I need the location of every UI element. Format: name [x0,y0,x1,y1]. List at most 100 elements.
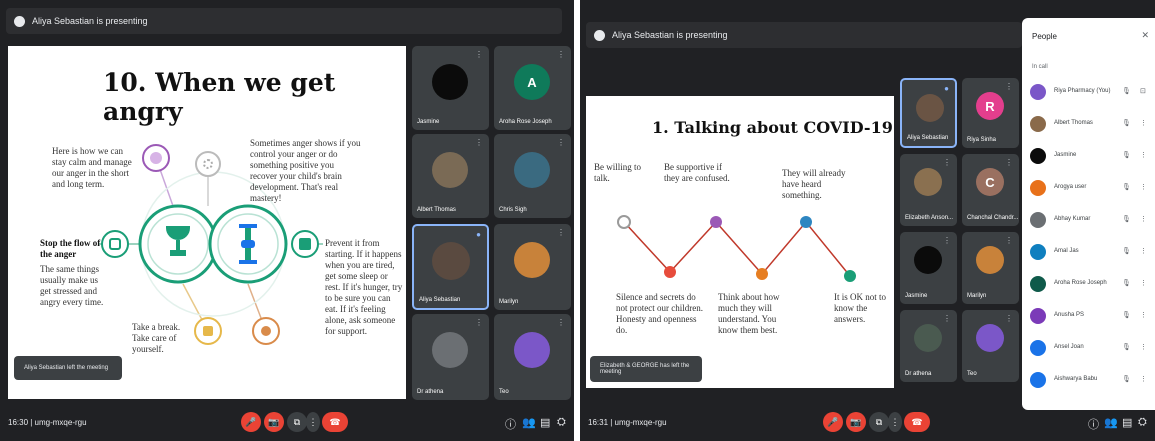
more-options-icon[interactable]: ⋮ [557,229,565,237]
chat-icon[interactable]: ▤ [1122,416,1132,429]
more-options-icon[interactable]: ⋮ [943,237,951,245]
participant-tile[interactable]: ⋮ Chris Sigh [494,134,571,218]
more-options-icon[interactable]: ⋮ [1140,215,1147,223]
more-options-icon[interactable]: ⋮ [1140,279,1147,287]
people-list-item[interactable]: Anusha PS 🎙 ⋮ [1022,302,1155,332]
more-options-icon[interactable]: ⋮ [1140,343,1147,351]
in-call-section-label: In call [1032,64,1048,70]
more-options-icon[interactable]: ⋮ [557,51,565,59]
people-icon[interactable]: 👥 [1104,416,1118,429]
people-list-item[interactable]: Jasmine 🎙 ⋮ [1022,142,1155,172]
shared-slide: 1. Talking about COVID-19 Be willing to … [586,96,894,388]
speaking-indicator-icon: ● [944,84,949,93]
more-options-icon[interactable]: ⋮ [1005,237,1013,245]
participant-tile[interactable]: ⋮ A Aroha Rose Joseph [494,46,571,130]
participant-tile[interactable]: ⋮ Teo [962,310,1019,382]
more-options-icon[interactable]: ⋮ [557,139,565,147]
more-options-icon[interactable]: ⋮ [1140,183,1147,191]
mic-off-button[interactable]: 🎤 [823,412,843,432]
more-options-icon[interactable]: ⋮ [475,51,483,59]
participant-tile-active[interactable]: ● Aliya Sebastian [900,78,957,148]
more-options-icon[interactable]: ⋮ [1140,375,1147,383]
participant-name: Arogya user [1054,184,1087,190]
participant-tile[interactable]: ⋮ Jasmine [412,46,489,130]
avatar: A [514,64,550,100]
participant-tile[interactable]: ⋮ Jasmine [900,232,957,304]
present-button[interactable]: ⧉ [287,412,307,432]
meeting-clock: 16:31 | umg-mxqe-rgu [588,417,667,427]
people-list-item[interactable]: Ansel Joan 🎙 ⋮ [1022,334,1155,364]
participant-name: Abhay Kumar [1054,216,1091,222]
presenter-icon [14,15,25,27]
more-options-icon[interactable]: ⋮ [1140,119,1147,127]
more-button[interactable]: ⋮ [306,412,320,432]
participant-tile[interactable]: ⋮ Dr athena [412,314,489,400]
more-options-icon[interactable]: ⋮ [1140,247,1147,255]
participant-name: Teo [499,389,509,395]
participant-tile[interactable]: ⋮ Elizabeth Anson... [900,154,957,226]
mic-off-icon: 🎙 [1122,88,1131,95]
people-list-item[interactable]: Aishwarya Babu 🎙 ⋮ [1022,366,1155,396]
participant-name: Aroha Rose Joseph [1054,280,1107,286]
more-button[interactable]: ⋮ [888,412,902,432]
participant-name: Teo [967,371,977,377]
chat-icon [299,238,311,250]
participant-name: Jasmine [905,293,928,299]
camera-off-button[interactable]: 📷 [264,412,284,432]
hang-up-button[interactable]: ☎ [904,412,930,432]
more-options-icon[interactable]: ⋮ [557,319,565,327]
people-list-item[interactable]: Albert Thomas 🎙 ⋮ [1022,110,1155,140]
avatar [914,246,942,274]
avatar [1030,340,1046,356]
people-list-item[interactable]: Abhay Kumar 🎙 ⋮ [1022,206,1155,236]
avatar [432,152,468,188]
participant-name: Jasmine [417,119,440,125]
activities-icon[interactable]: ⛭ [557,416,566,429]
people-list-item[interactable]: Amal Jas 🎙 ⋮ [1022,238,1155,268]
close-icon[interactable]: ✕ [1141,30,1149,41]
participant-name: Marilyn [499,299,519,305]
participant-tile[interactable]: ⋮ C Chanchal Chandr... [962,154,1019,226]
more-options-icon[interactable]: ⋮ [1140,151,1147,159]
participant-tile[interactable]: ⋮ Teo [494,314,571,400]
people-list-item[interactable]: Aroha Rose Joseph 🎙 ⋮ [1022,270,1155,300]
participant-name: Ansel Joan [1054,344,1084,350]
hang-up-button[interactable]: ☎ [322,412,348,432]
more-options-icon[interactable]: ⋮ [1005,315,1013,323]
people-icon[interactable]: 👥 [522,416,536,429]
participant-tile[interactable]: ⋮ Albert Thomas [412,134,489,218]
mic-off-button[interactable]: 🎤 [241,412,261,432]
more-options-icon[interactable]: ⋮ [943,159,951,167]
presenter-icon [594,29,605,41]
meet-window-left: Aliya Sebastian is presenting 10. When w… [0,0,574,441]
activities-icon[interactable]: ⛭ [1138,416,1147,429]
more-options-icon[interactable]: ⋮ [1005,83,1013,91]
avatar [914,168,942,196]
left-meeting-toast: Elizabeth & GEORGE has left the meeting [590,356,702,382]
participant-name: Aishwarya Babu [1054,376,1098,382]
participant-tile-active[interactable]: ● Aliya Sebastian [412,224,489,310]
more-options-icon[interactable]: ⋮ [1140,311,1147,319]
info-icon[interactable]: ⓘ [505,416,516,432]
more-options-icon[interactable]: ⋮ [475,139,483,147]
control-bar: 16:30 | umg-mxqe-rgu 🎤 📷 ⧉ ⋮ ☎ ⓘ 👥 ▤ ⛭ [0,403,574,441]
people-list-item[interactable]: Arogya user 🎙 ⋮ [1022,174,1155,204]
mic-off-icon: 🎙 [1122,376,1131,383]
more-options-icon[interactable]: ⋮ [1005,159,1013,167]
participant-tile[interactable]: ⋮ Dr athena [900,310,957,382]
pin-icon[interactable]: ⊡ [1140,87,1146,95]
participant-tile[interactable]: ⋮ Marilyn [962,232,1019,304]
camera-off-button[interactable]: 📷 [846,412,866,432]
participant-tile[interactable]: ⋮ R Riya Sinha [962,78,1019,148]
avatar [432,332,468,368]
present-button[interactable]: ⧉ [869,412,889,432]
chat-icon[interactable]: ▤ [540,416,550,429]
participant-tile[interactable]: ⋮ Marilyn [494,224,571,310]
info-icon[interactable]: ⓘ [1088,416,1099,432]
more-options-icon[interactable]: ⋮ [475,319,483,327]
people-list-item[interactable]: Riya Pharmacy (You) 🎙 ⊡ [1022,78,1155,108]
presenting-banner: Aliya Sebastian is presenting [6,8,562,34]
more-options-icon[interactable]: ⋮ [943,315,951,323]
avatar: C [976,168,1004,196]
book-icon [203,326,213,336]
